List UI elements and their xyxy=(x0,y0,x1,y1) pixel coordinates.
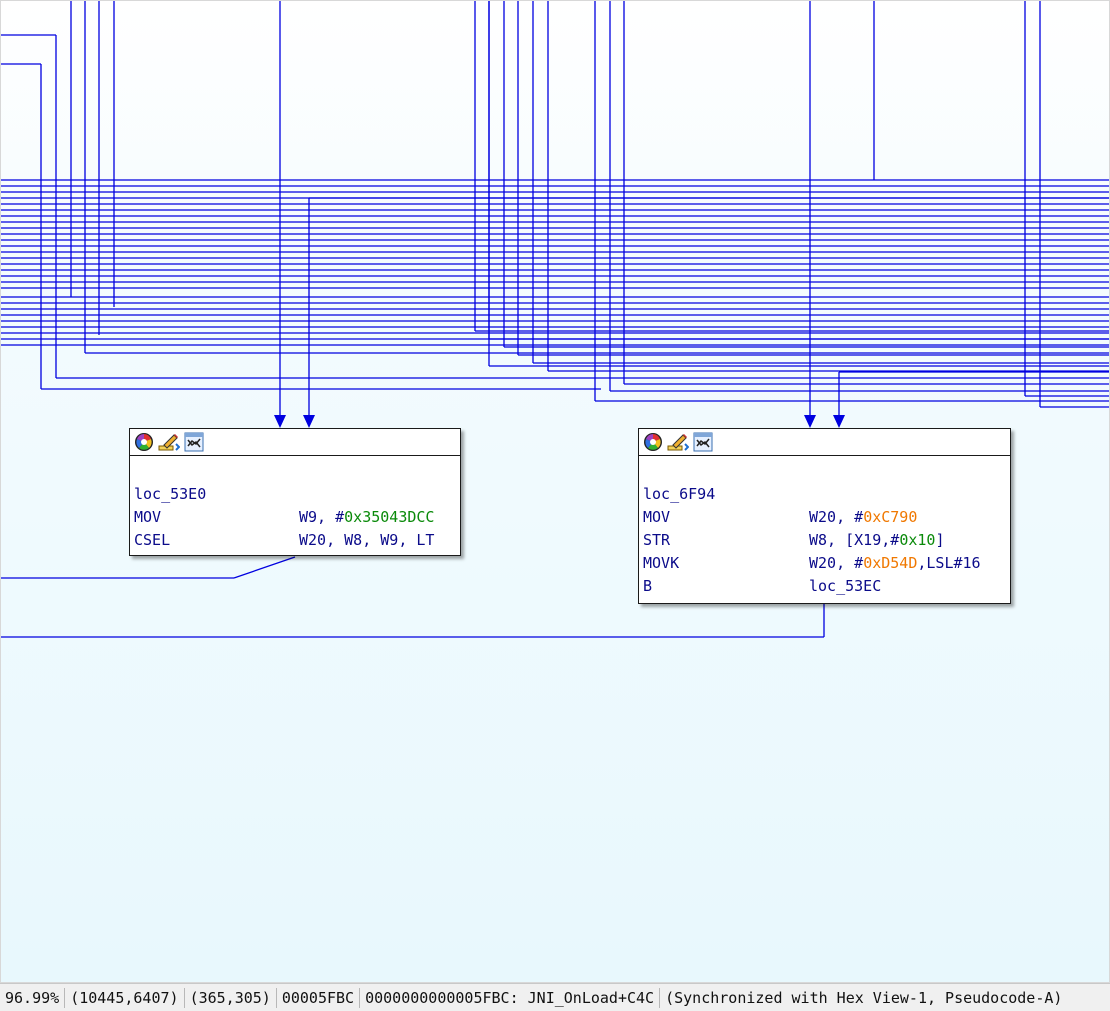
basic-block-loc-6f94[interactable]: loc_6F94 MOV W20, #0xC790 STR W8, [X19,#0x10… xyxy=(638,428,1011,604)
operands: W9, #0x35043DCC xyxy=(299,506,434,529)
status-bar: 96.99% (10445,6407) (365,305) 00005FBC 0… xyxy=(0,983,1110,1011)
instruction-line[interactable]: MOV W9, #0x35043DCC xyxy=(134,506,460,529)
operand-text: W20, W8, W9, LT xyxy=(299,531,435,549)
block-header xyxy=(639,429,1010,456)
mnemonic: MOVK xyxy=(643,554,680,572)
operand-text: W9, # xyxy=(299,508,345,526)
block-instructions: loc_6F94 MOV W20, #0xC790 STR W8, [X19,#0x10… xyxy=(639,456,1010,604)
status-mouse-coords: (365,305) xyxy=(185,987,277,1008)
status-offset: 00005FBC xyxy=(277,987,361,1008)
operands: loc_53EC xyxy=(809,575,881,598)
graph-xref-icon[interactable] xyxy=(183,431,205,453)
operand-text: W20, # xyxy=(809,508,864,526)
block-label[interactable]: loc_53E0 xyxy=(134,483,460,506)
edge-arrowhead xyxy=(833,415,845,428)
graph-xref-icon[interactable] xyxy=(692,431,714,453)
operands: W20, W8, W9, LT xyxy=(299,529,434,552)
operand-text: W20, # xyxy=(809,554,864,572)
rename-pencil-icon[interactable] xyxy=(158,431,180,453)
operand-text: loc_53EC xyxy=(809,577,882,595)
instruction-line[interactable]: MOVK W20, #0xD54D,LSL#16 xyxy=(643,552,1010,575)
status-sync: (Synchronized with Hex View-1, Pseudocod… xyxy=(665,988,1063,1007)
color-palette-icon[interactable] xyxy=(642,431,664,453)
status-zoom: 96.99% xyxy=(0,987,66,1008)
block-header xyxy=(130,429,460,456)
operand-text: ] xyxy=(935,531,945,549)
mnemonic: MOV xyxy=(134,508,162,526)
immediate-value[interactable]: 0x35043DCC xyxy=(344,508,434,526)
edge-arrowhead xyxy=(804,415,816,428)
operands: W20, #0xC790 xyxy=(809,506,917,529)
instruction-line[interactable]: MOV W20, #0xC790 xyxy=(643,506,1010,529)
mnemonic: B xyxy=(643,577,653,595)
status-graph-coords: (10445,6407) xyxy=(65,987,185,1008)
instruction-line[interactable]: STR W8, [X19,#0x10] xyxy=(643,529,1010,552)
edge-arrowhead xyxy=(303,415,315,428)
color-palette-icon[interactable] xyxy=(133,431,155,453)
mnemonic: STR xyxy=(643,531,671,549)
basic-block-loc-53e0[interactable]: loc_53E0 MOV W9, #0x35043DCC CSEL W20, W8, W… xyxy=(129,428,461,556)
block-label[interactable]: loc_6F94 xyxy=(643,483,1010,506)
operand-text: ,LSL#16 xyxy=(917,554,981,572)
instruction-line[interactable]: Bloc_53EC xyxy=(643,575,1010,598)
block-instructions: loc_53E0 MOV W9, #0x35043DCC CSEL W20, W8, W… xyxy=(130,456,460,558)
operands: W20, #0xD54D,LSL#16 xyxy=(809,552,981,575)
edge-segment xyxy=(233,556,296,579)
mnemonic: MOV xyxy=(643,508,671,526)
instruction-line[interactable]: CSEL W20, W8, W9, LT xyxy=(134,529,460,552)
mnemonic: CSEL xyxy=(134,531,171,549)
operands: W8, [X19,#0x10] xyxy=(809,529,944,552)
immediate-value[interactable]: 0x10 xyxy=(899,531,935,549)
status-address: 0000000000005FBC: JNI_OnLoad+C4C xyxy=(360,987,661,1008)
operand-text: W8, [X19,# xyxy=(809,531,900,549)
graph-view[interactable]: loc_53E0 MOV W9, #0x35043DCC CSEL W20, W8, W… xyxy=(0,0,1110,983)
immediate-value[interactable]: 0xC790 xyxy=(863,508,917,526)
edge-arrowhead xyxy=(274,415,286,428)
immediate-value[interactable]: 0xD54D xyxy=(863,554,917,572)
rename-pencil-icon[interactable] xyxy=(667,431,689,453)
